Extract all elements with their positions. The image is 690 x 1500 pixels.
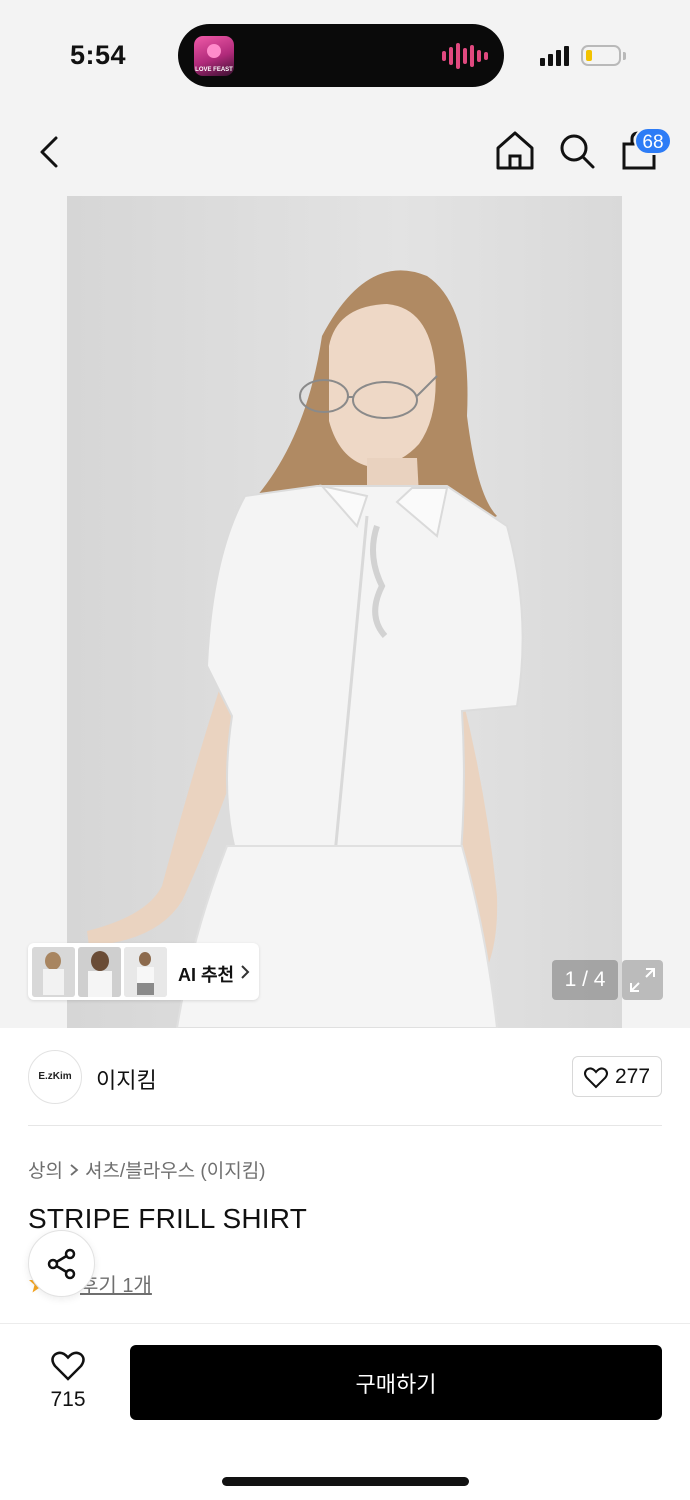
- dynamic-island[interactable]: LOVE FEAST: [178, 24, 504, 87]
- breadcrumb-item[interactable]: 상의: [28, 1156, 63, 1183]
- search-icon: [560, 134, 595, 169]
- heart-icon: [51, 1351, 85, 1381]
- ai-recommendation-label: AI 추천: [178, 965, 235, 985]
- heart-icon: [584, 1067, 608, 1089]
- home-indicator: [222, 1477, 469, 1486]
- expand-icon: [630, 968, 655, 992]
- breadcrumb: 상의 셔츠/블라우스 (이지킴): [28, 1156, 266, 1183]
- model-photo-illustration: [67, 196, 622, 1028]
- divider: [28, 1125, 662, 1126]
- chevron-left-icon: [40, 136, 58, 168]
- battery-tip: [623, 52, 626, 60]
- chevron-right-icon: [241, 965, 250, 979]
- app-icon-label: LOVE FEAST: [195, 67, 233, 73]
- product-photo[interactable]: [67, 196, 622, 1028]
- ai-recommendation-chip[interactable]: AI 추천: [28, 943, 259, 1000]
- ai-thumbnail: [32, 947, 75, 997]
- brand-like-button[interactable]: 277: [572, 1056, 662, 1097]
- brand-name[interactable]: 이지킴: [96, 1063, 157, 1095]
- now-playing-app-icon: LOVE FEAST: [194, 36, 234, 76]
- app-icon-figure: [207, 44, 221, 58]
- buy-button[interactable]: 구매하기: [130, 1345, 662, 1420]
- ai-thumbnail: [78, 947, 121, 997]
- share-icon: [47, 1248, 76, 1280]
- audio-wave-icon: [442, 42, 488, 70]
- cart-count-badge: 68: [634, 127, 672, 155]
- wishlist-count: 715: [50, 1388, 86, 1411]
- image-page-counter: 1 / 4: [552, 960, 618, 1000]
- brand-like-count: 277: [615, 1065, 651, 1088]
- back-button[interactable]: [30, 130, 70, 174]
- home-button[interactable]: [494, 128, 536, 174]
- status-time: 5:54: [70, 40, 127, 70]
- brand-logo[interactable]: E.zKim: [28, 1050, 82, 1104]
- home-icon: [496, 131, 534, 170]
- battery-icon: [581, 45, 621, 66]
- ai-thumbnail: [124, 947, 167, 997]
- fullscreen-button[interactable]: [622, 960, 663, 1000]
- cellular-signal-icon: [540, 44, 569, 66]
- share-button[interactable]: [28, 1230, 95, 1297]
- search-button[interactable]: [556, 128, 598, 174]
- chevron-right-icon: [70, 1163, 79, 1176]
- breadcrumb-item[interactable]: 셔츠/블라우스 (이지킴): [85, 1156, 266, 1183]
